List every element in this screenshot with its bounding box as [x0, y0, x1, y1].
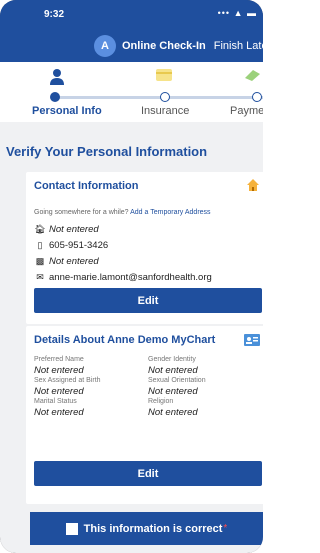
step-insurance: Insurance	[141, 105, 190, 117]
progress-track-1	[55, 96, 165, 99]
app-logo: A	[94, 35, 116, 57]
status-time: 9:32	[44, 9, 65, 20]
header-title: Online Check-In	[122, 40, 206, 52]
home-icon	[246, 178, 260, 197]
sex-at-birth-value: Not entered	[34, 386, 84, 397]
email-value: anne-marie.lamont@sanfordhealth.org	[49, 272, 212, 283]
phone-frame: 9:32 ••• ▲ ▬ A Online Check-In Finish La…	[0, 0, 263, 553]
card-icon	[155, 68, 173, 86]
marital-status-value: Not entered	[34, 407, 84, 418]
page-title: Verify Your Personal Information	[6, 144, 208, 159]
progress-track-2	[165, 96, 263, 99]
finish-later-button[interactable]: Finish Later	[214, 40, 263, 52]
marital-status-label: Marital Status	[34, 398, 77, 405]
office-phone-icon: ▩	[35, 256, 45, 266]
screen: 9:32 ••• ▲ ▬ A Online Check-In Finish La…	[0, 0, 263, 553]
confirm-info-checkbox-row[interactable]: This information is correct *	[30, 512, 263, 545]
step-dot-active	[50, 92, 60, 102]
house-icon: 🏠︎	[34, 224, 46, 234]
sexual-orientation-value: Not entered	[148, 386, 198, 397]
mobile-phone-row: ▯ 605-951-3426	[34, 240, 109, 251]
contact-title: Contact Information	[34, 180, 139, 192]
sex-at-birth-label: Sex Assigned at Birth	[34, 377, 101, 384]
work-phone-row: ▩ Not entered	[34, 256, 99, 267]
required-marker: *	[223, 523, 228, 534]
home-address-row: 🏠︎ Not entered	[34, 224, 99, 235]
person-icon	[49, 68, 65, 90]
details-title: Details About Anne Demo MyChart	[34, 334, 216, 346]
confirm-checkbox[interactable]	[65, 522, 78, 535]
gender-identity-label: Gender Identity	[148, 356, 196, 363]
religion-value: Not entered	[148, 407, 198, 418]
step-dot-insurance	[160, 92, 170, 102]
step-personal-info: Personal Info	[32, 105, 102, 117]
temp-address-question: Going somewhere for a while?	[34, 209, 129, 216]
edit-details-button[interactable]: Edit	[34, 461, 262, 486]
step-payment: Payme	[230, 105, 263, 117]
top-bar: 9:32 ••• ▲ ▬ A Online Check-In Finish La…	[0, 0, 263, 62]
mobile-phone-value: 605-951-3426	[49, 240, 109, 251]
details-card: Details About Anne Demo MyChart Preferre…	[26, 326, 263, 504]
step-dot-payment	[252, 92, 262, 102]
edit-contact-button[interactable]: Edit	[34, 288, 262, 313]
money-icon	[243, 68, 261, 86]
add-temp-address-link[interactable]: Add a Temporary Address	[130, 209, 210, 216]
mobile-phone-icon: ▯	[37, 240, 43, 250]
confirm-label: This information is correct	[83, 522, 223, 535]
contact-card: Contact Information Going somewhere for …	[26, 172, 263, 324]
main-content: Personal Info Insurance Payme Verify You…	[0, 62, 263, 553]
temp-address-row: Going somewhere for a while? Add a Tempo…	[34, 209, 211, 216]
sexual-orientation-label: Sexual Orientation	[148, 377, 206, 384]
home-address-value: Not entered	[49, 224, 99, 235]
email-icon: ✉	[36, 272, 44, 282]
brand-row: A Online Check-In Finish Later	[94, 35, 263, 57]
gender-identity-value: Not entered	[148, 365, 198, 376]
progress-steps: Personal Info Insurance Payme	[0, 62, 263, 122]
id-card-icon	[244, 333, 260, 351]
religion-label: Religion	[148, 398, 174, 405]
preferred-name-label: Preferred Name	[34, 356, 84, 363]
preferred-name-value: Not entered	[34, 365, 84, 376]
work-phone-value: Not entered	[49, 256, 99, 267]
status-signal: ••• ▲ ▬	[217, 8, 257, 18]
email-row: ✉ anne-marie.lamont@sanfordhealth.org	[34, 272, 212, 283]
